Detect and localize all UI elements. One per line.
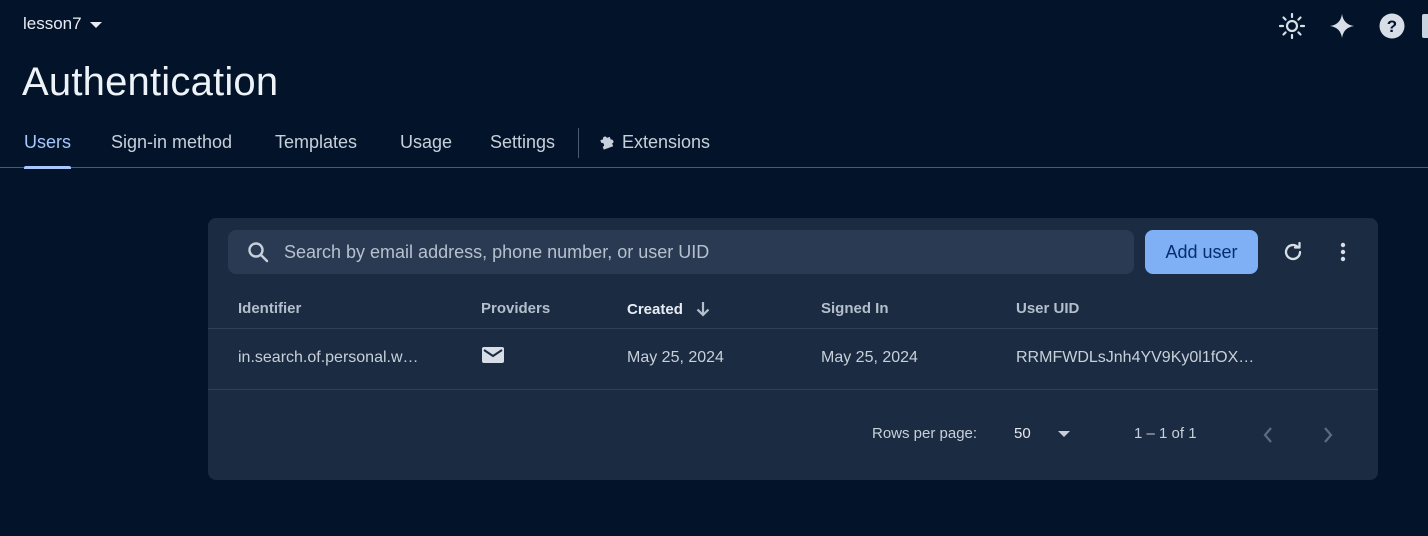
tab-extensions-label: Extensions (622, 132, 711, 152)
next-page-button[interactable] (1316, 423, 1340, 447)
sort-arrow-down-icon (696, 302, 710, 317)
tab-templates[interactable]: Templates (275, 132, 357, 153)
tab-bar: Users Sign-in method Templates Usage Set… (0, 122, 1428, 169)
column-created[interactable]: Created (627, 300, 711, 318)
search-icon (246, 240, 270, 264)
column-user-uid[interactable]: User UID (1016, 300, 1079, 317)
chevron-right-icon (1324, 427, 1333, 443)
puzzle-icon (600, 136, 614, 150)
active-tab-indicator (24, 166, 71, 169)
column-signed-in[interactable]: Signed In (821, 300, 889, 317)
cell-created: May 25, 2024 (627, 349, 724, 366)
chevron-left-icon (1263, 427, 1272, 443)
page-range-label: 1 – 1 of 1 (1134, 425, 1197, 442)
tab-usage[interactable]: Usage (400, 132, 452, 153)
top-toolbar: ? (1259, 9, 1428, 43)
cell-user-uid: RRMFWDLsJnh4YV9Ky0l1fOX… (1016, 349, 1255, 366)
table-row[interactable]: in.search.of.personal.w… May 25, 2024 Ma… (208, 329, 1378, 390)
help-icon[interactable]: ? (1375, 9, 1409, 43)
search-input[interactable] (282, 240, 1134, 264)
tab-sign-in-method[interactable]: Sign-in method (111, 132, 232, 153)
page-title: Authentication (22, 60, 279, 104)
tab-users[interactable]: Users (24, 132, 71, 153)
refresh-icon[interactable] (1277, 236, 1309, 268)
tab-extensions[interactable]: Extensions (598, 132, 710, 153)
rows-per-page-label: Rows per page: (872, 425, 978, 442)
project-name: lesson7 (23, 14, 82, 33)
previous-page-button[interactable] (1256, 423, 1280, 447)
svg-text:?: ? (1387, 17, 1397, 36)
add-user-button[interactable]: Add user (1145, 230, 1258, 274)
tab-settings[interactable]: Settings (490, 132, 555, 153)
account-edge[interactable] (1422, 14, 1428, 38)
table-header: Identifier Providers Created Signed In U… (208, 290, 1378, 329)
search-bar (228, 230, 1134, 274)
chevron-down-icon (89, 22, 102, 28)
cell-signed-in: May 25, 2024 (821, 349, 918, 366)
gemini-sparkle-icon[interactable] (1325, 9, 1359, 43)
column-identifier[interactable]: Identifier (238, 300, 301, 317)
cell-identifier: in.search.of.personal.w… (238, 349, 419, 366)
theme-toggle-icon[interactable] (1275, 9, 1309, 43)
column-providers[interactable]: Providers (481, 300, 550, 317)
tab-divider (578, 128, 579, 158)
users-card: Add user Identifier Providers Created Si… (208, 218, 1378, 480)
pagination: Rows per page: 50 1 – 1 of 1 (208, 390, 1378, 480)
chevron-down-icon[interactable] (1058, 431, 1070, 437)
email-icon (481, 345, 505, 370)
column-created-label: Created (627, 301, 683, 318)
more-vert-icon[interactable] (1327, 236, 1359, 268)
project-selector[interactable]: lesson7 (23, 14, 102, 34)
rows-per-page-select[interactable]: 50 (1014, 425, 1031, 442)
